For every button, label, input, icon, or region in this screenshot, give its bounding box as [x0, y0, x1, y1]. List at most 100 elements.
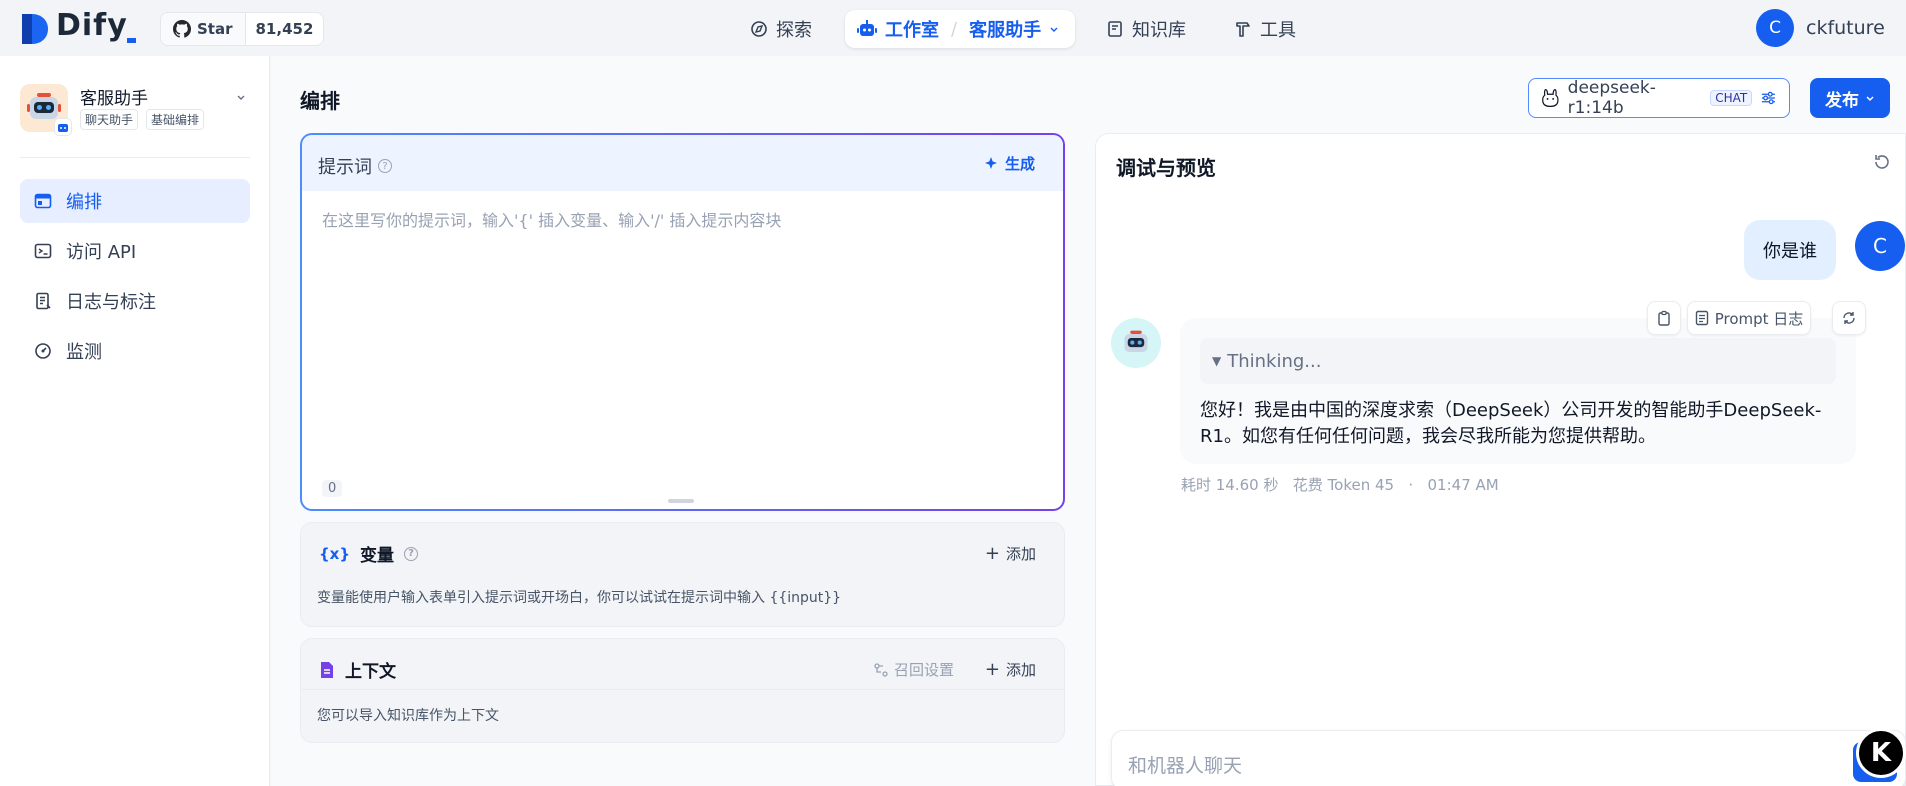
model-name: deepseek-r1:14b [1567, 78, 1656, 118]
chevron-down-icon[interactable] [1049, 24, 1059, 34]
message-meta: 耗时 14.60 秒 花费 Token 45 · 01:47 AM [1181, 474, 1499, 495]
sparkle-icon [984, 156, 997, 169]
generate-button[interactable]: 生成 [983, 153, 1035, 174]
add-label: 添加 [1005, 545, 1036, 563]
context-title: 上下文 [319, 657, 396, 682]
user-name[interactable]: ckfuture [1806, 17, 1885, 39]
sidebar-item-label: 编排 [66, 192, 102, 213]
prompt-label: 提示词 [318, 157, 372, 178]
user-avatar[interactable]: C [1756, 9, 1794, 47]
prompt-log-label: Prompt 日志 [1714, 309, 1804, 328]
robot-avatar-icon [1124, 330, 1148, 353]
recall-settings-button[interactable]: 召回设置 [874, 659, 954, 680]
chevron-down-icon [1866, 96, 1874, 102]
bot-avatar [1111, 318, 1161, 368]
generate-label: 生成 [1004, 155, 1035, 173]
app-tag-chat-assistant: 聊天助手 [80, 109, 139, 130]
meta-tokens: 花费 Token 45 [1292, 476, 1395, 494]
terminal-icon [34, 243, 52, 259]
sidebar-item-label: 监测 [66, 342, 102, 363]
nav-studio[interactable]: 工作室 / 客服助手 [845, 10, 1075, 48]
brand-name: Dify [56, 8, 128, 43]
model-selector[interactable]: deepseek-r1:14b CHAT [1528, 78, 1790, 118]
prompt-card: 提示词 ? 生成 在这里写你的提示词，输入'{' 插入变量、输入'/' 插入提示… [300, 133, 1065, 511]
triangle-down-icon: ▼ [1212, 354, 1222, 368]
model-mode-badge: CHAT [1710, 90, 1753, 106]
refresh-icon [1843, 312, 1855, 324]
settings-flow-icon [874, 662, 888, 677]
brand-dot [127, 38, 136, 43]
help-icon[interactable]: ? [404, 546, 419, 561]
chevron-down-icon[interactable] [236, 92, 246, 102]
nav-studio-label: 工作室 [885, 20, 939, 41]
add-label: 添加 [1005, 661, 1036, 679]
sidebar-item-orchestrate[interactable]: 编排 [20, 179, 250, 223]
floating-k-icon[interactable]: K [1856, 728, 1906, 778]
meta-latency: 耗时 14.60 秒 [1181, 476, 1279, 494]
sidebar-item-label: 日志与标注 [66, 292, 156, 313]
variables-label: 变量 [360, 546, 395, 566]
help-icon[interactable]: ? [378, 159, 392, 173]
prompt-header [302, 135, 1063, 191]
bot-answer: 您好！我是由中国的深度求索（DeepSeek）公司开发的智能助手DeepSeek… [1200, 400, 1822, 447]
nav-explore[interactable]: 探索 [738, 10, 824, 48]
recall-label: 召回设置 [893, 661, 954, 679]
file-text-icon [1695, 310, 1708, 326]
hammer-icon [1236, 22, 1250, 37]
card-divider [301, 689, 1064, 690]
sidebar-divider [20, 157, 250, 158]
variables-title: {x} 变量 ? [319, 541, 419, 566]
publish-label: 发布 [1825, 90, 1859, 111]
refresh-icon[interactable] [1872, 152, 1892, 172]
user-chat-avatar: C [1855, 221, 1905, 271]
meta-separator: · [1408, 476, 1414, 494]
thinking-label: Thinking... [1227, 350, 1322, 372]
sidebar [0, 56, 270, 786]
file-list-icon [36, 292, 51, 310]
clipboard-icon [1658, 310, 1670, 326]
plus-icon: + [984, 659, 1000, 680]
nav-tools[interactable]: 工具 [1222, 10, 1308, 48]
sidebar-item-logs[interactable]: 日志与标注 [20, 279, 250, 323]
sidebar-item-monitor[interactable]: 监测 [20, 329, 250, 373]
robot-icon [857, 20, 877, 36]
user-message: 你是谁 [1744, 220, 1836, 280]
page-title: 编排 [300, 89, 340, 113]
publish-button[interactable]: 发布 [1810, 78, 1890, 118]
prompt-editor[interactable]: 在这里写你的提示词，输入'{' 插入变量、输入'/' 插入提示内容块 [322, 207, 781, 231]
nav-tools-label: 工具 [1260, 20, 1296, 41]
variables-card: {x} 变量 ? + 添加 变量能使用户输入表单引入提示词或开场白，你可以试试在… [300, 522, 1065, 627]
github-star-button[interactable]: Star [161, 13, 246, 45]
nav-knowledge[interactable]: 知识库 [1094, 10, 1198, 48]
thinking-toggle[interactable]: ▼ Thinking... [1200, 338, 1836, 384]
copy-button[interactable] [1647, 301, 1681, 335]
github-icon [173, 20, 191, 38]
prompt-char-count: 0 [322, 480, 343, 497]
regenerate-button[interactable] [1832, 301, 1866, 335]
dify-logo-icon[interactable] [20, 12, 50, 46]
nav-separator: / [951, 18, 958, 40]
nav-explore-label: 探索 [776, 20, 812, 41]
variable-icon: {x} [319, 544, 351, 563]
nav-knowledge-label: 知识库 [1132, 20, 1186, 41]
debug-title: 调试与预览 [1116, 156, 1216, 180]
app-name[interactable]: 客服助手 [80, 84, 148, 109]
compass-icon [751, 21, 767, 37]
sidebar-item-api[interactable]: 访问 API [20, 229, 250, 273]
prompt-log-button[interactable]: Prompt 日志 [1687, 301, 1811, 335]
github-star-count: 81,452 [255, 20, 314, 38]
sliders-icon[interactable] [1760, 89, 1777, 107]
add-context-button[interactable]: + 添加 [985, 659, 1036, 680]
plus-icon: + [984, 543, 1000, 564]
add-variable-button[interactable]: + 添加 [985, 543, 1036, 564]
meta-time: 01:47 AM [1427, 476, 1499, 494]
nav-app-label[interactable]: 客服助手 [969, 16, 1041, 42]
app-tag-basic: 基础编排 [146, 109, 205, 130]
chat-input-placeholder: 和机器人聊天 [1128, 755, 1243, 777]
book-icon [1108, 21, 1122, 37]
context-card: 上下文 召回设置 + 添加 您可以导入知识库作为上下文 [300, 638, 1065, 743]
github-star-widget[interactable]: Star 81,452 [160, 12, 325, 46]
resize-handle[interactable] [668, 499, 694, 503]
context-label: 上下文 [345, 662, 396, 682]
ollama-icon [1542, 88, 1559, 108]
